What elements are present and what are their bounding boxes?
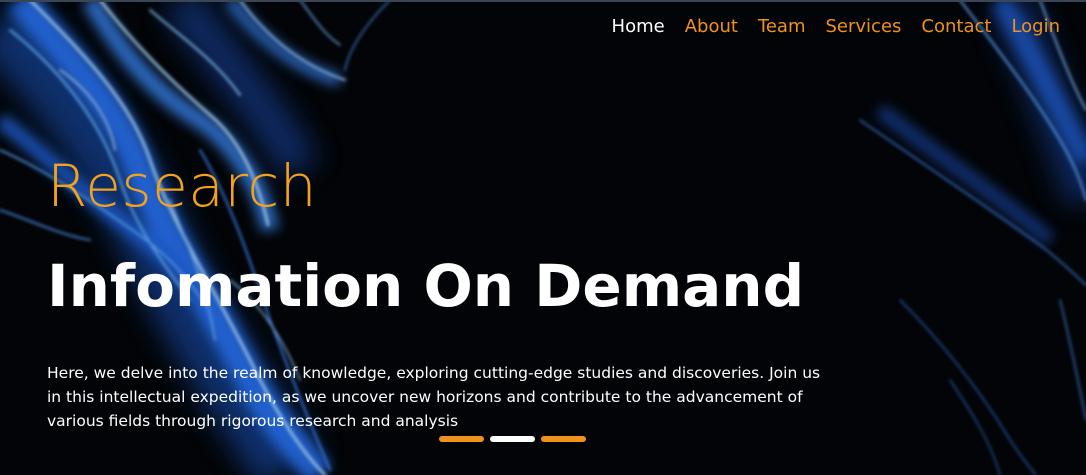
hero-section: Home About Team Services Contact Login R… (0, 0, 1086, 475)
carousel-indicator-1[interactable] (439, 436, 484, 442)
carousel-indicator-2[interactable] (490, 436, 535, 442)
main-nav: Home About Team Services Contact Login (602, 14, 1070, 40)
nav-item-login[interactable]: Login (1001, 14, 1070, 40)
nav-item-home[interactable]: Home (602, 14, 675, 40)
carousel-indicators (439, 436, 586, 442)
hero-headline: Infomation On Demand (47, 252, 805, 320)
nav-item-about[interactable]: About (675, 14, 748, 40)
nav-item-team[interactable]: Team (748, 14, 816, 40)
nav-item-services[interactable]: Services (816, 14, 912, 40)
hero-kicker: Research (47, 152, 318, 220)
top-border (0, 0, 1086, 2)
carousel-indicator-3[interactable] (541, 436, 586, 442)
nav-item-contact[interactable]: Contact (911, 14, 1001, 40)
hero-description: Here, we delve into the realm of knowled… (47, 364, 821, 430)
